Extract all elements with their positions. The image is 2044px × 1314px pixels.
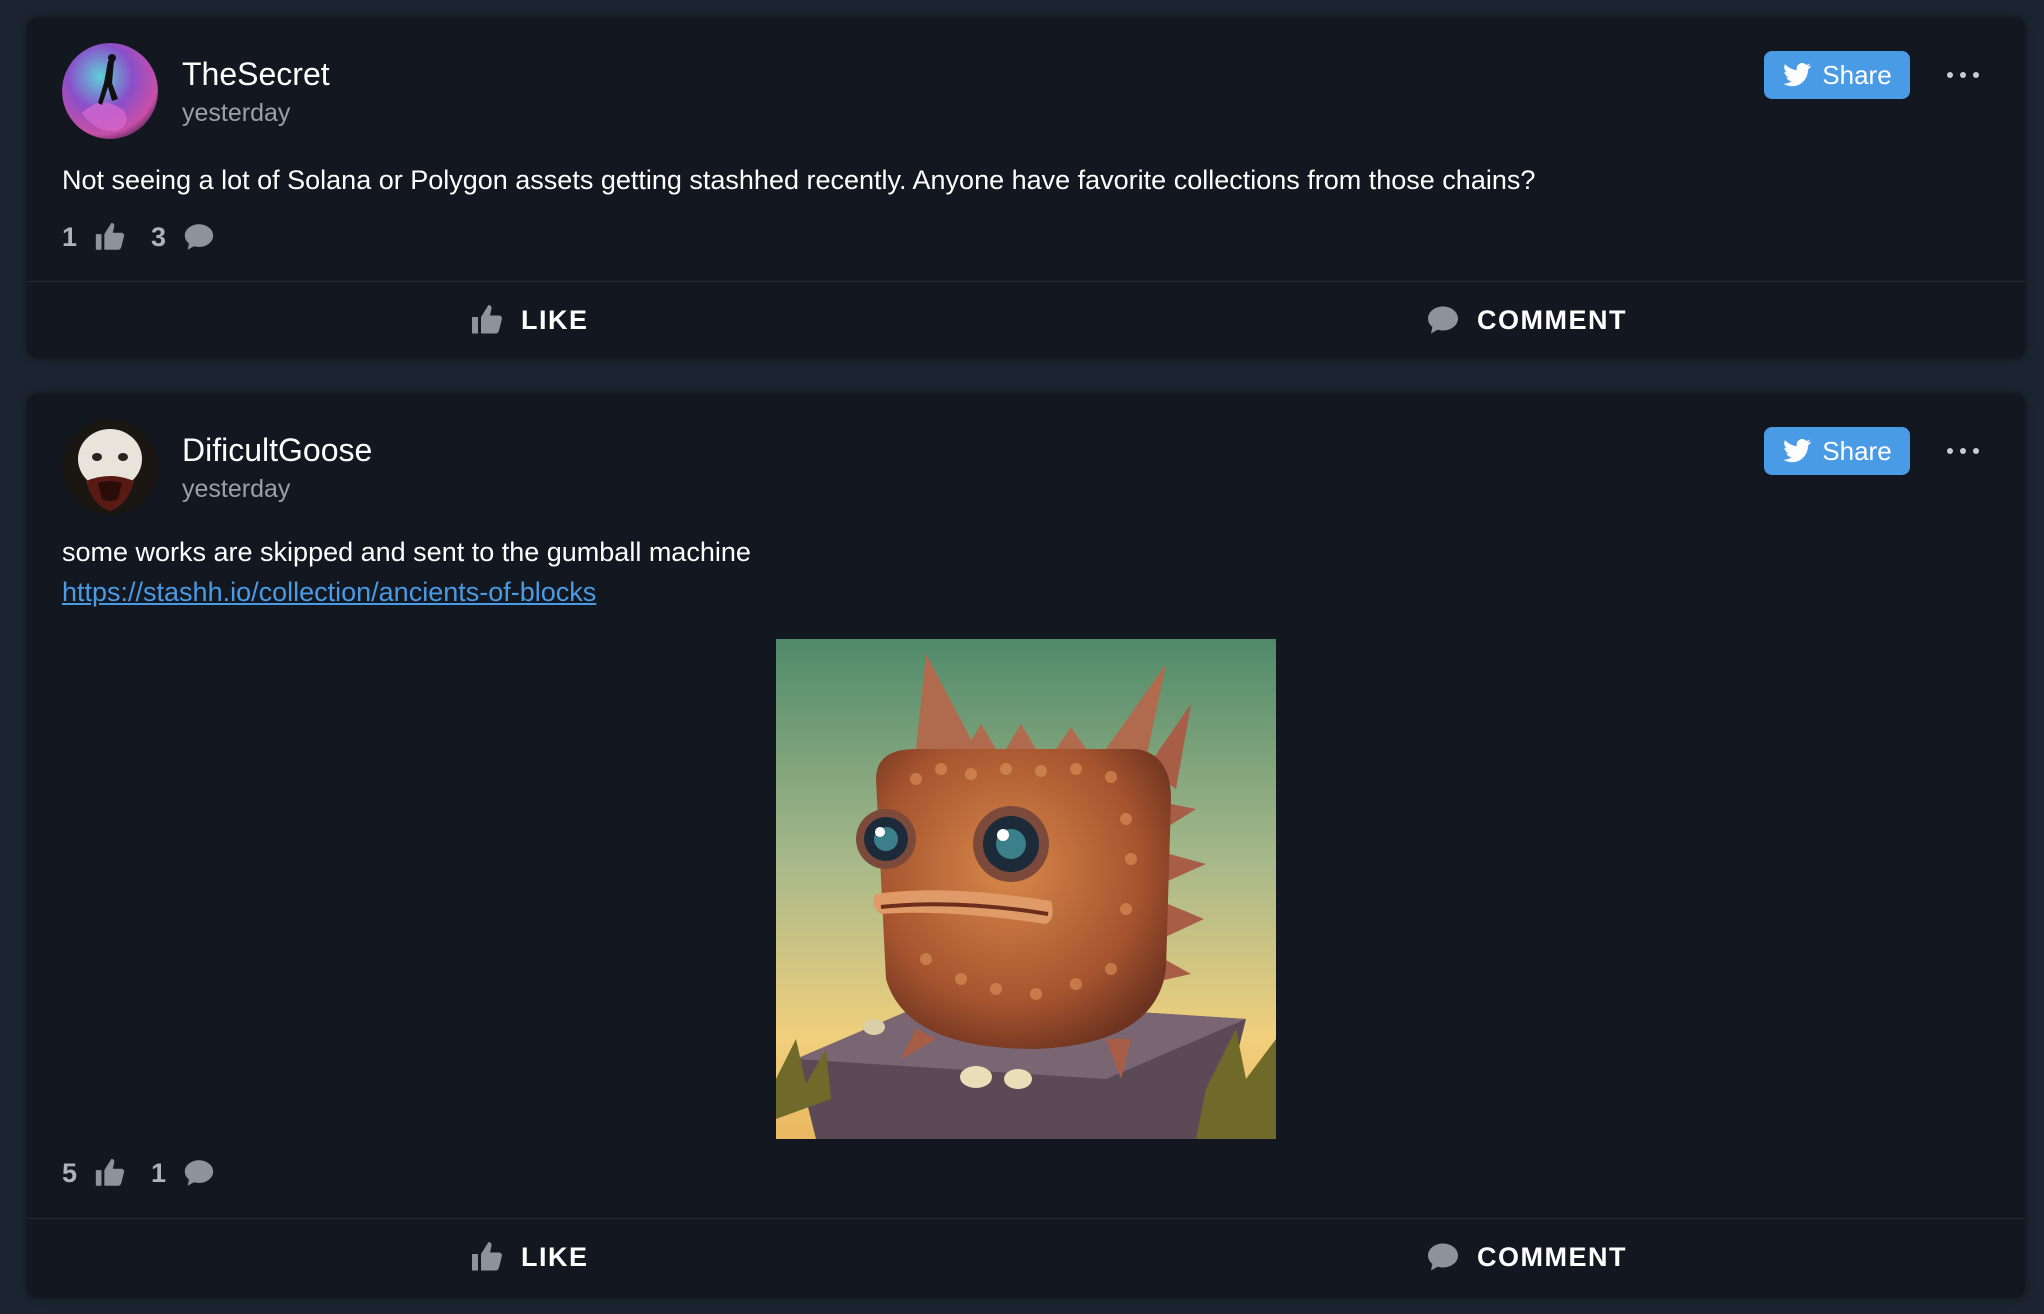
post-card: DificultGoose yesterday Share some works… <box>27 394 2025 1298</box>
thumbs-up-icon <box>93 220 127 254</box>
thumbs-up-icon <box>469 302 505 338</box>
post-text: some works are skipped and sent to the g… <box>62 537 751 567</box>
post-card: TheSecret yesterday Share Not seeing a l… <box>27 18 2025 358</box>
twitter-bird-icon <box>1782 60 1812 90</box>
comment-label: COMMENT <box>1477 304 1627 335</box>
more-horizontal-icon <box>1947 72 1979 78</box>
post-stats: 5 1 <box>62 1156 240 1190</box>
like-count: 1 <box>62 221 78 252</box>
post-text: Not seeing a lot of Solana or Polygon as… <box>62 165 1536 195</box>
comment-button[interactable]: COMMENT <box>1425 302 1627 338</box>
like-label: LIKE <box>521 1241 589 1272</box>
timestamp: yesterday <box>182 99 291 127</box>
avatar[interactable] <box>62 43 158 139</box>
like-count: 5 <box>62 1157 78 1188</box>
avatar[interactable] <box>62 419 158 515</box>
share-label: Share <box>1822 435 1892 466</box>
comment-count: 3 <box>151 221 167 252</box>
thumbs-up-icon <box>93 1156 127 1190</box>
twitter-bird-icon <box>1782 436 1812 466</box>
share-button[interactable]: Share <box>1764 51 1910 99</box>
post-link[interactable]: https://stashh.io/collection/ancients-of… <box>62 572 596 612</box>
post-stats: 1 3 <box>62 220 240 254</box>
comment-button[interactable]: COMMENT <box>1425 1239 1627 1275</box>
divider <box>27 281 2025 282</box>
like-label: LIKE <box>521 304 589 335</box>
divider <box>27 1218 2025 1219</box>
like-button[interactable]: LIKE <box>469 1239 589 1275</box>
more-horizontal-icon <box>1947 448 1979 454</box>
more-options-button[interactable] <box>1941 434 1985 468</box>
post-image[interactable] <box>776 639 1276 1139</box>
more-options-button[interactable] <box>1941 58 1985 92</box>
comment-count: 1 <box>151 1157 167 1188</box>
share-label: Share <box>1822 59 1892 90</box>
username[interactable]: TheSecret <box>182 54 330 94</box>
comment-label: COMMENT <box>1477 1241 1627 1272</box>
comment-bubble-icon <box>1425 1239 1461 1275</box>
share-button[interactable]: Share <box>1764 427 1910 475</box>
username[interactable]: DificultGoose <box>182 430 372 470</box>
comment-bubble-icon <box>182 220 216 254</box>
comment-bubble-icon <box>1425 302 1461 338</box>
timestamp: yesterday <box>182 475 291 503</box>
like-button[interactable]: LIKE <box>469 302 589 338</box>
comment-bubble-icon <box>182 1156 216 1190</box>
thumbs-up-icon <box>469 1239 505 1275</box>
